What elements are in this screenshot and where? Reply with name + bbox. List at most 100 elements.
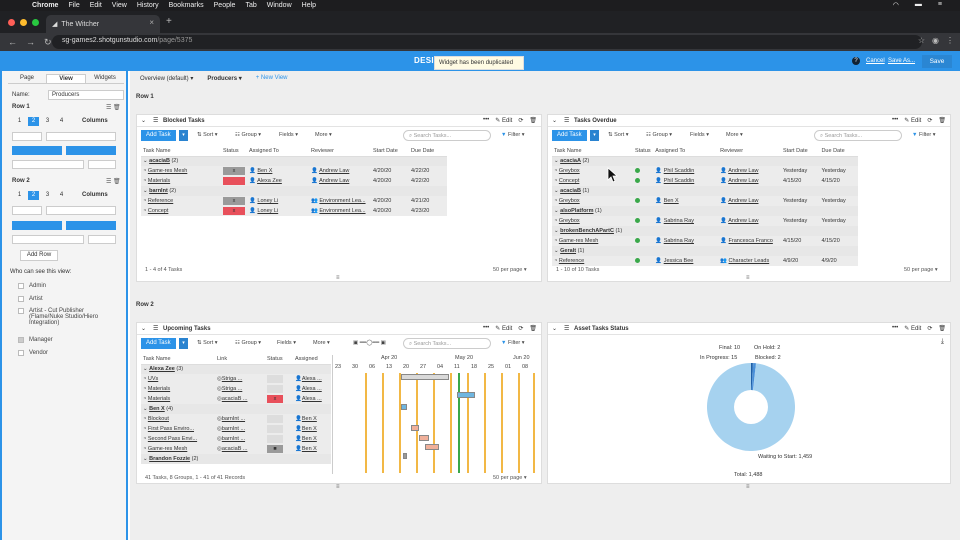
more-icon[interactable]: ••• bbox=[892, 325, 898, 332]
search-input[interactable]: ⌕ Search Tasks... bbox=[403, 338, 491, 349]
group-name[interactable]: Alexa Zee bbox=[149, 366, 175, 372]
group-row[interactable]: ⌄ Geralt (1) bbox=[552, 246, 858, 256]
filter-button[interactable]: ▼ Filter ▾ bbox=[501, 132, 525, 138]
task-link[interactable]: Game-res Mesh bbox=[559, 238, 598, 244]
group-row[interactable]: ⌄ Ben X (4) bbox=[141, 404, 331, 414]
gantt-bar[interactable] bbox=[401, 404, 407, 410]
refresh-icon[interactable]: ⟳ bbox=[518, 325, 523, 332]
new-tab-icon[interactable]: + bbox=[166, 16, 172, 27]
table-row[interactable]: ◔ UVs ◎Striga ... 👤Alexa ... bbox=[141, 374, 331, 384]
more-icon[interactable]: ••• bbox=[892, 117, 898, 124]
edit-button[interactable]: ✎ Edit bbox=[904, 117, 921, 124]
assignee-link[interactable]: Phil Scaddin bbox=[664, 168, 695, 174]
table-row[interactable]: ◔ Game-res Mesh ◎acaciaB ... ■ 👤Ben X bbox=[141, 444, 331, 454]
row2-slot-b[interactable] bbox=[88, 235, 116, 244]
menu-icon[interactable]: ☰ bbox=[564, 325, 569, 332]
add-task-dropdown-icon[interactable]: ▾ bbox=[179, 130, 188, 141]
reviewer-link[interactable]: Andrew Law bbox=[728, 198, 758, 204]
col-reviewer[interactable]: Reviewer bbox=[309, 146, 371, 157]
row2-slot-large[interactable] bbox=[46, 206, 116, 215]
menu-list-icon[interactable]: ≡ bbox=[938, 1, 942, 9]
group-name[interactable]: acaciaB bbox=[149, 158, 170, 164]
table-row[interactable]: ◔ Materials ◎acaciaB ... x 👤Alexa ... bbox=[141, 394, 331, 404]
menu-file[interactable]: File bbox=[68, 2, 79, 9]
col-link[interactable]: Link bbox=[215, 354, 265, 365]
more-icon[interactable]: ••• bbox=[483, 117, 489, 124]
add-task-dropdown-icon[interactable]: ▾ bbox=[179, 338, 188, 349]
task-link[interactable]: Greybox bbox=[559, 168, 580, 174]
status-dot[interactable] bbox=[635, 238, 641, 244]
gantt-bar[interactable] bbox=[425, 444, 439, 450]
group-button[interactable]: ☷ Group ▾ bbox=[235, 132, 261, 138]
reviewer-link[interactable]: Environment Lea... bbox=[319, 198, 365, 204]
group-name[interactable]: alsoPlatform bbox=[560, 208, 593, 214]
task-link[interactable]: Game-res Mesh bbox=[148, 168, 187, 174]
delete-icon[interactable]: 🗑 bbox=[938, 117, 946, 124]
group-name[interactable]: acaciaA bbox=[560, 158, 581, 164]
row1-slot-a[interactable] bbox=[12, 160, 84, 169]
name-field[interactable]: Producers bbox=[48, 90, 124, 100]
role-manager[interactable]: Manager bbox=[18, 337, 53, 343]
fields-button[interactable]: Fields ▾ bbox=[277, 340, 296, 346]
add-task-button[interactable]: Add Task bbox=[141, 338, 176, 349]
edit-button[interactable]: ✎ Edit bbox=[495, 117, 512, 124]
more-menu-icon[interactable]: ⋮ bbox=[946, 36, 954, 45]
assignee-link[interactable]: Jessica Bee bbox=[664, 258, 694, 264]
assignee-link[interactable]: Ben X bbox=[302, 416, 317, 422]
fields-button[interactable]: Fields ▾ bbox=[279, 132, 298, 138]
sort-button[interactable]: ⇅ Sort ▾ bbox=[608, 132, 629, 138]
resize-grip-icon[interactable]: ≡ bbox=[336, 275, 340, 281]
assignee-link[interactable]: Alexa ... bbox=[302, 376, 322, 382]
link-cell[interactable]: barnInt ... bbox=[222, 416, 245, 422]
row2-col-2[interactable]: 2 bbox=[28, 191, 39, 200]
search-input[interactable]: ⌕ Search Tasks... bbox=[814, 130, 902, 141]
assignee-link[interactable]: Alexa ... bbox=[302, 396, 322, 402]
back-icon[interactable]: ← bbox=[8, 37, 18, 47]
table-row[interactable]: ◔ Game-res Mesh 👤 Sabrina Ray 👤 Francesc… bbox=[552, 236, 858, 246]
sort-button[interactable]: ⇅ Sort ▾ bbox=[197, 340, 218, 346]
new-view-link[interactable]: + New View bbox=[256, 75, 288, 82]
assignee-link[interactable]: Loney Li bbox=[257, 198, 278, 204]
group-name[interactable]: acaciaB bbox=[560, 188, 581, 194]
per-page-select[interactable]: 50 per page ▾ bbox=[493, 267, 527, 273]
group-button[interactable]: ☷ Group ▾ bbox=[235, 340, 261, 346]
resize-grip-icon[interactable]: ≡ bbox=[336, 484, 340, 490]
col-task-name[interactable]: Task Name bbox=[141, 354, 215, 365]
group-row[interactable]: ⌄ acaciaB (2) bbox=[141, 156, 447, 166]
save-as-link[interactable]: Save As... bbox=[888, 58, 915, 64]
cancel-link[interactable]: Cancel bbox=[866, 58, 885, 64]
role-artist[interactable]: Artist bbox=[18, 296, 43, 302]
reviewer-link[interactable]: Environment Lea... bbox=[319, 208, 365, 214]
col-status[interactable]: Status bbox=[265, 354, 293, 365]
table-row[interactable]: ◔ Concept 👤 Phil Scaddin 👤 Andrew Law 4/… bbox=[552, 176, 858, 186]
link-cell[interactable]: acaciaB ... bbox=[222, 446, 248, 452]
status-dot[interactable] bbox=[635, 218, 641, 224]
profile-avatar[interactable]: ◉ bbox=[932, 36, 939, 45]
search-input[interactable]: ⌕ Search Tasks... bbox=[403, 130, 491, 141]
menu-bookmarks[interactable]: Bookmarks bbox=[169, 2, 204, 9]
menu-people[interactable]: People bbox=[214, 2, 236, 9]
status-dot[interactable] bbox=[635, 258, 641, 264]
tab-widgets[interactable]: Widgets bbox=[86, 74, 124, 83]
more-button[interactable]: More ▾ bbox=[315, 132, 332, 138]
menu-extras-icon[interactable]: ▬ bbox=[915, 1, 922, 9]
row2-col-3[interactable]: 3 bbox=[42, 191, 53, 200]
assignee-link[interactable]: Loney Li bbox=[257, 208, 278, 214]
table-row[interactable]: ◔ Greybox 👤 Phil Scaddin 👤 Andrew Law Ye… bbox=[552, 166, 858, 176]
col-assigned[interactable]: Assigned To bbox=[653, 146, 719, 157]
gantt-bar[interactable] bbox=[419, 435, 429, 441]
reviewer-link[interactable]: Andrew Law bbox=[728, 178, 758, 184]
status-pill[interactable] bbox=[267, 425, 283, 433]
menu-icon[interactable]: ☰ bbox=[153, 117, 158, 124]
more-button[interactable]: More ▾ bbox=[313, 340, 330, 346]
table-row[interactable]: ◔ Greybox 👤 Sabrina Ray 👤 Andrew Law Yes… bbox=[552, 216, 858, 226]
reviewer-link[interactable]: Andrew Law bbox=[728, 168, 758, 174]
gantt-bar[interactable] bbox=[401, 374, 449, 380]
col-assigned[interactable]: Assigned To bbox=[247, 146, 309, 157]
task-link[interactable]: Greybox bbox=[559, 218, 580, 224]
delete-icon[interactable]: 🗑 bbox=[938, 325, 946, 332]
group-row[interactable]: ⌄ brokenBenchAPartC (1) bbox=[552, 226, 858, 236]
task-link[interactable]: Game-res Mesh bbox=[148, 446, 187, 452]
table-row[interactable]: ◔ Concept x 👤 Loney Li 👥 Environment Lea… bbox=[141, 206, 447, 216]
refresh-icon[interactable]: ⟳ bbox=[927, 117, 932, 124]
